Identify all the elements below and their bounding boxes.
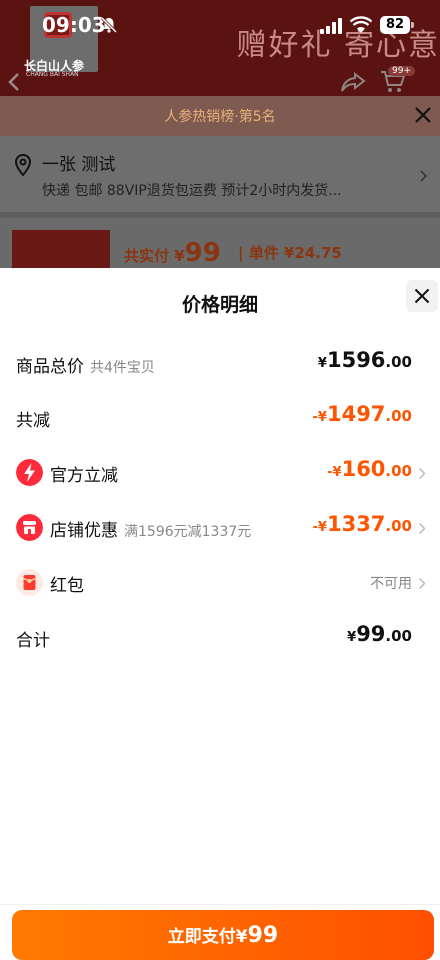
shop-discount-label: 店铺优惠 bbox=[50, 521, 118, 541]
currency: -¥ bbox=[327, 465, 342, 480]
status-time: 09:03 bbox=[42, 13, 106, 37]
close-icon[interactable] bbox=[414, 106, 432, 124]
brand-sub: CHANG BAI SHAN bbox=[26, 71, 79, 78]
official-discount-value: -¥160.00 bbox=[327, 457, 412, 481]
close-icon bbox=[414, 288, 430, 304]
pay-now-button[interactable]: 立即支付¥99 bbox=[12, 910, 434, 960]
grand-total-label: 合计 bbox=[16, 631, 50, 651]
currency: ¥ bbox=[317, 356, 327, 371]
amount-dec: .00 bbox=[385, 627, 412, 645]
row-goods-total: 商品总价 共4件宝贝 ¥1596.00 bbox=[0, 344, 440, 384]
row-label: 商品总价 共4件宝贝 bbox=[16, 352, 155, 377]
row-red-envelope[interactable]: 红包 不可用 bbox=[0, 563, 440, 603]
address-section[interactable]: 一张 测试 快递 包邮 88VIP退货包运费 预计2小时内发货... bbox=[0, 136, 440, 212]
red-envelope-status: 不可用 bbox=[370, 576, 412, 592]
amount-dec: .00 bbox=[385, 517, 412, 535]
product-total: 共实付 ¥99 bbox=[124, 238, 221, 268]
currency: -¥ bbox=[312, 410, 327, 425]
bell-muted-icon bbox=[100, 16, 118, 34]
sheet-close-button[interactable] bbox=[406, 280, 438, 312]
shop-discount-value: -¥1337.00 bbox=[313, 512, 412, 536]
amount-dec: .00 bbox=[385, 462, 412, 480]
back-icon[interactable] bbox=[6, 72, 22, 92]
product-total-label: 共实付 ¥ bbox=[124, 247, 185, 265]
goods-count: 共4件宝贝 bbox=[90, 360, 155, 376]
amount-dec: .00 bbox=[385, 353, 412, 371]
shop-discount-rule: 满1596元减1337元 bbox=[124, 524, 252, 540]
amount-dec: .00 bbox=[385, 407, 412, 425]
amount-int: 1596 bbox=[326, 348, 386, 372]
goods-total-value: ¥1596.00 bbox=[318, 348, 412, 372]
cart-badge: 99+ bbox=[388, 66, 415, 76]
amount-int: 160 bbox=[341, 457, 386, 481]
red-envelope-label: 红包 bbox=[50, 576, 84, 596]
product-total-value: 99 bbox=[184, 238, 221, 268]
share-icon[interactable] bbox=[340, 72, 366, 92]
footer-divider bbox=[0, 904, 440, 905]
row-shop-discount[interactable]: 店铺优惠 满1596元减1337元 -¥1337.00 bbox=[0, 508, 440, 548]
rank-text[interactable]: 人参热销榜·第5名 bbox=[0, 106, 440, 126]
chevron-right-icon bbox=[418, 467, 426, 480]
currency: -¥ bbox=[312, 520, 327, 535]
row-official-discount[interactable]: 官方立减 -¥160.00 bbox=[0, 453, 440, 493]
price-details-sheet: 价格明细 商品总价 共4件宝贝 ¥1596.00 共减 -¥1497.00 官方立… bbox=[0, 268, 440, 960]
pay-label: 立即支付 bbox=[167, 927, 236, 947]
chevron-right-icon bbox=[418, 577, 426, 590]
product-unit-price: | 单件 ¥24.75 bbox=[238, 244, 342, 262]
battery-nub bbox=[411, 22, 414, 28]
status-bar: 09:03 82 bbox=[0, 0, 440, 52]
chevron-right-icon bbox=[418, 522, 426, 535]
signal-icon bbox=[320, 18, 342, 34]
wifi-icon bbox=[350, 16, 372, 33]
row-total-discount: 共减 -¥1497.00 bbox=[0, 398, 440, 438]
total-discount-label: 共减 bbox=[16, 411, 50, 431]
official-discount-label: 官方立减 bbox=[50, 466, 118, 486]
red-envelope-icon bbox=[16, 569, 43, 596]
currency: ¥ bbox=[347, 630, 357, 645]
total-discount-value: -¥1497.00 bbox=[313, 402, 412, 426]
product-summary: 共实付 ¥99 | 单件 ¥24.75 bbox=[0, 212, 440, 274]
sheet-title: 价格明细 bbox=[181, 294, 258, 316]
battery-level: 82 bbox=[380, 16, 410, 34]
delivery-info: 快递 包邮 88VIP退货包运费 预计2小时内发货... bbox=[42, 183, 342, 199]
pay-amount: 99 bbox=[247, 923, 279, 948]
grand-total-value: ¥99.00 bbox=[347, 622, 412, 646]
shop-icon bbox=[16, 514, 43, 541]
amount-int: 99 bbox=[356, 622, 386, 646]
row-label: 店铺优惠 满1596元减1337元 bbox=[50, 516, 251, 541]
pay-currency: ¥ bbox=[235, 927, 248, 947]
goods-total-label: 商品总价 bbox=[16, 357, 84, 377]
amount-int: 1497 bbox=[326, 402, 386, 426]
rank-bar: 人参热销榜·第5名 bbox=[0, 96, 440, 136]
address-name: 一张 测试 bbox=[42, 155, 116, 175]
location-icon bbox=[14, 154, 32, 176]
row-grand-total: 合计 ¥99.00 bbox=[0, 618, 440, 658]
chevron-right-icon bbox=[420, 170, 428, 182]
amount-int: 1337 bbox=[326, 512, 386, 536]
lightning-icon bbox=[16, 459, 43, 486]
